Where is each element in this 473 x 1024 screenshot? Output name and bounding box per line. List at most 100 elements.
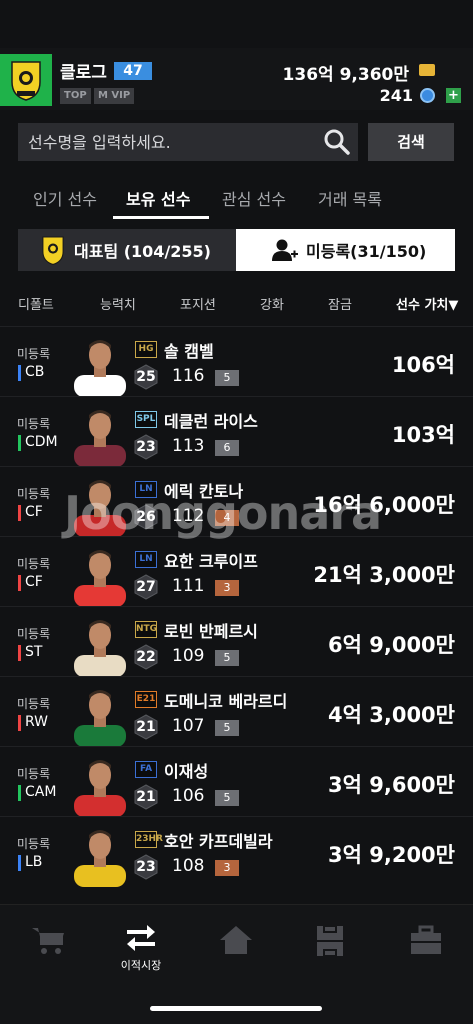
position-color-bar bbox=[18, 505, 21, 521]
enhance-level: 25 bbox=[136, 369, 156, 385]
player-value: 16억 6,000만 bbox=[313, 493, 455, 517]
tab-trades[interactable]: 거래 목록 bbox=[318, 186, 382, 210]
season-badge: LN bbox=[135, 481, 157, 498]
player-position: CDM bbox=[25, 434, 58, 450]
player-ovr: 111 bbox=[172, 576, 205, 596]
registration-status: 미등록 bbox=[17, 417, 51, 431]
player-row[interactable]: 미등록 CF LN 에릭 칸토나 26 112 4 16억 6,000만 bbox=[0, 466, 473, 537]
registration-status: 미등록 bbox=[17, 487, 51, 501]
registration-status: 미등록 bbox=[17, 837, 51, 851]
swap-arrows-icon bbox=[127, 925, 155, 951]
player-name: 에릭 칸토나 bbox=[164, 482, 244, 501]
search-input[interactable] bbox=[28, 132, 322, 152]
player-row[interactable]: 미등록 CF LN 요한 크루이프 27 111 3 21억 3,000만 bbox=[0, 536, 473, 607]
grade-badge: 3 bbox=[215, 580, 239, 596]
enhance-level: 21 bbox=[136, 719, 156, 735]
top-tag: TOP bbox=[60, 88, 91, 104]
enhance-level: 21 bbox=[136, 789, 156, 805]
registration-status: 미등록 bbox=[17, 347, 51, 361]
nav-squad[interactable] bbox=[300, 925, 360, 957]
enhance-level: 22 bbox=[136, 649, 156, 665]
player-name: 도메니코 베라르디 bbox=[164, 692, 288, 711]
player-photo bbox=[70, 475, 130, 537]
coin-amount: 241 bbox=[379, 86, 413, 105]
position-color-bar bbox=[18, 645, 21, 661]
season-badge: FA bbox=[135, 761, 157, 778]
home-icon bbox=[220, 926, 252, 954]
search-box bbox=[18, 123, 358, 161]
sort-value[interactable]: 선수 가치▼ bbox=[396, 294, 458, 313]
player-row[interactable]: 미등록 CDM SPL 데클런 라이스 23 113 6 103억 bbox=[0, 396, 473, 467]
tab-watchlist[interactable]: 관심 선수 bbox=[222, 186, 286, 210]
sort-ability[interactable]: 능력치 bbox=[100, 294, 136, 313]
nav-transfer[interactable]: 이적시장 bbox=[111, 925, 171, 973]
sort-lock[interactable]: 잠금 bbox=[328, 294, 352, 313]
player-row[interactable]: 미등록 ST NTG 로빈 반페르시 22 109 5 6억 9,000만 bbox=[0, 606, 473, 677]
coin-icon bbox=[420, 88, 435, 103]
registration-status: 미등록 bbox=[17, 767, 51, 781]
nav-home[interactable] bbox=[206, 925, 266, 955]
search-icon[interactable] bbox=[322, 127, 352, 157]
player-ovr: 107 bbox=[172, 716, 205, 736]
vip-tag: M VIP bbox=[94, 88, 135, 104]
player-position: CB bbox=[25, 364, 45, 380]
enhance-level: 26 bbox=[136, 509, 156, 525]
player-ovr: 106 bbox=[172, 786, 205, 806]
player-name: 데클런 라이스 bbox=[164, 412, 258, 431]
player-row[interactable]: 미등록 CAM FA 이재성 21 106 5 3억 9,600만 bbox=[0, 746, 473, 817]
money-amount: 136억 9,360만 bbox=[282, 65, 409, 85]
player-ovr: 108 bbox=[172, 856, 205, 876]
tab-bar: 인기 선수 보유 선수 관심 선수 거래 목록 bbox=[0, 176, 473, 220]
grade-badge: 4 bbox=[215, 510, 239, 526]
player-photo bbox=[70, 615, 130, 677]
player-ovr: 113 bbox=[172, 436, 205, 456]
grade-badge: 5 bbox=[215, 370, 239, 386]
player-position: CAM bbox=[25, 784, 57, 800]
grade-badge: 5 bbox=[215, 720, 239, 736]
tab-owned[interactable]: 보유 선수 bbox=[126, 186, 190, 210]
season-badge: LN bbox=[135, 551, 157, 568]
season-badge: SPL bbox=[135, 411, 157, 428]
nav-shop[interactable] bbox=[18, 925, 78, 955]
top-header: 클로그 47 TOP M VIP 136억 9,360만 241 + bbox=[0, 48, 473, 110]
club-crest-icon[interactable] bbox=[0, 54, 52, 106]
player-photo bbox=[70, 755, 130, 817]
grade-badge: 5 bbox=[215, 650, 239, 666]
sort-enhance[interactable]: 강화 bbox=[260, 294, 284, 313]
nav-transfer-label: 이적시장 bbox=[120, 959, 162, 972]
nav-inventory[interactable] bbox=[396, 925, 456, 955]
sort-position[interactable]: 포지션 bbox=[180, 294, 216, 313]
sort-default[interactable]: 디폴트 bbox=[18, 294, 54, 313]
home-indicator bbox=[150, 1006, 322, 1011]
unregistered-toggle[interactable]: 미등록(31/150) bbox=[236, 229, 455, 271]
player-value: 103억 bbox=[391, 423, 455, 447]
player-position: CF bbox=[25, 504, 43, 520]
player-row[interactable]: 미등록 CB HG 솔 캠벨 25 116 5 106억 bbox=[0, 326, 473, 397]
search-button[interactable]: 검색 bbox=[368, 123, 454, 161]
player-photo bbox=[70, 405, 130, 467]
grade-badge: 6 bbox=[215, 440, 239, 456]
player-list: 미등록 CB HG 솔 캠벨 25 116 5 106억 미등록 CDM SPL… bbox=[0, 326, 473, 902]
position-color-bar bbox=[18, 365, 21, 381]
registration-status: 미등록 bbox=[17, 557, 51, 571]
player-photo bbox=[70, 685, 130, 747]
tab-popular[interactable]: 인기 선수 bbox=[33, 186, 97, 210]
season-badge: E21 bbox=[135, 691, 157, 708]
player-row[interactable]: 미등록 LB 23HR 호안 카프데빌라 23 108 3 3억 9,200만 bbox=[0, 816, 473, 887]
player-value: 3억 9,200만 bbox=[328, 843, 455, 867]
player-position: LB bbox=[25, 854, 43, 870]
player-name: 솔 캠벨 bbox=[164, 342, 214, 361]
registration-status: 미등록 bbox=[17, 627, 51, 641]
player-value: 21억 3,000만 bbox=[313, 563, 455, 587]
position-color-bar bbox=[18, 855, 21, 871]
player-name: 로빈 반페르시 bbox=[164, 622, 258, 641]
player-name: 이재성 bbox=[164, 762, 209, 781]
squad-toggle[interactable]: 대표팀 (104/255) bbox=[18, 229, 236, 271]
player-position: CF bbox=[25, 574, 43, 590]
player-ovr: 109 bbox=[172, 646, 205, 666]
player-value: 3억 9,600만 bbox=[328, 773, 455, 797]
registration-status: 미등록 bbox=[17, 697, 51, 711]
add-coins-button[interactable]: + bbox=[446, 88, 461, 103]
unregistered-label: 미등록(31/150) bbox=[306, 242, 427, 261]
player-row[interactable]: 미등록 RW E21 도메니코 베라르디 21 107 5 4억 3,000만 bbox=[0, 676, 473, 747]
